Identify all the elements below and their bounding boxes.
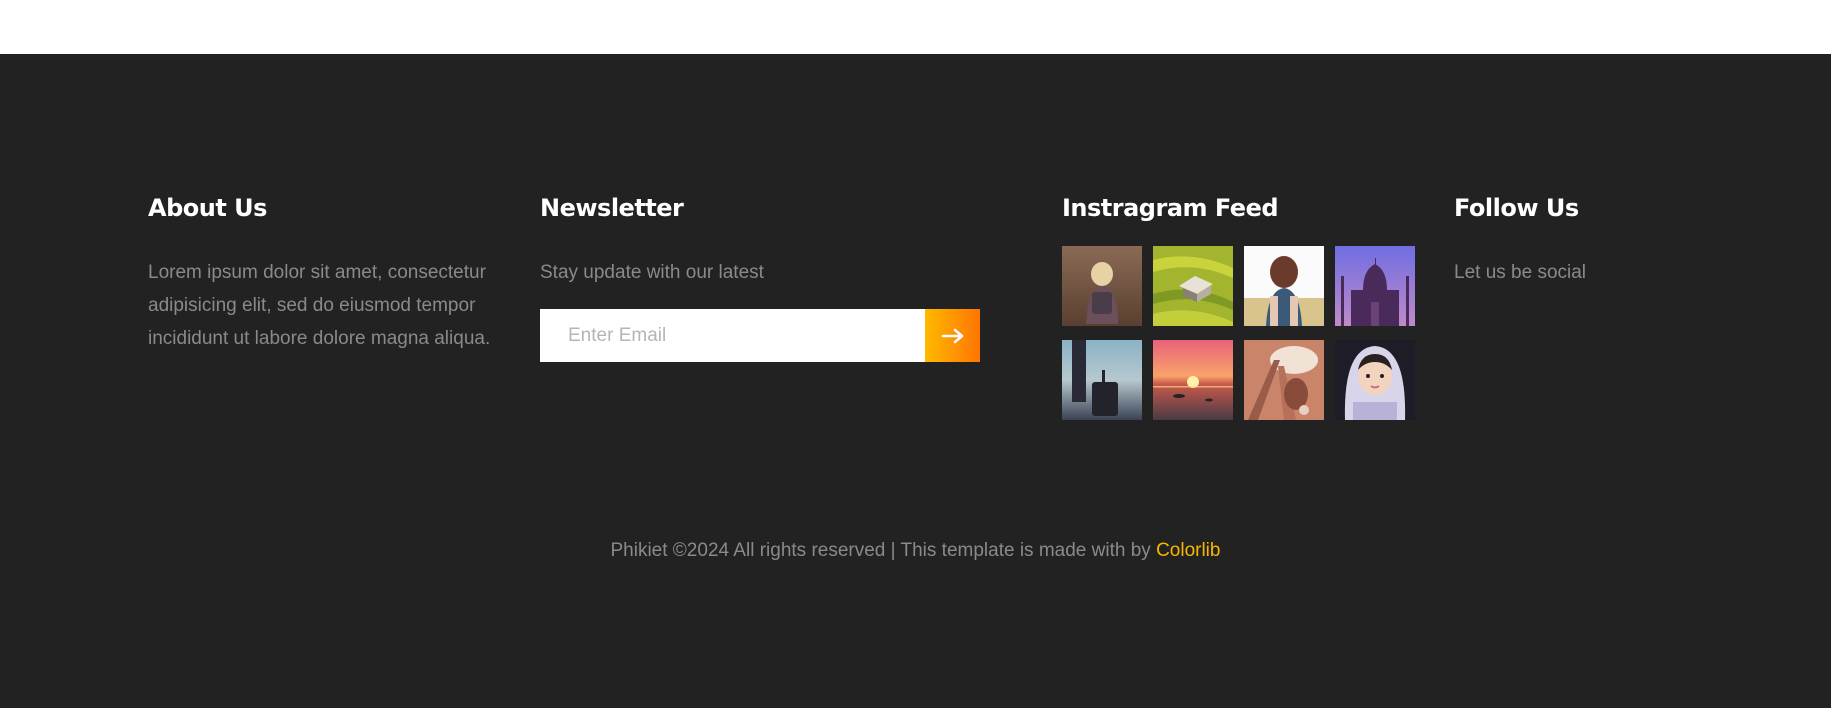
about-us-widget: About Us Lorem ipsum dolor sit amet, con…: [148, 190, 508, 355]
arrow-right-icon: [941, 328, 963, 343]
instagram-image-child-walking[interactable]: [1062, 246, 1142, 326]
instagram-image-sunset-sea[interactable]: [1153, 340, 1233, 420]
follow-us-widget: Follow Us Let us be social: [1454, 190, 1714, 289]
newsletter-title: Newsletter: [540, 194, 684, 222]
page-top-area: [0, 0, 1831, 54]
instagram-grid: [1062, 246, 1422, 420]
newsletter-widget: Newsletter Stay update with our latest: [540, 190, 980, 362]
instagram-image-child-hood[interactable]: [1335, 340, 1415, 420]
instagram-image-rail-track[interactable]: [1244, 340, 1324, 420]
follow-us-text: Let us be social: [1454, 262, 1587, 283]
about-us-title: About Us: [148, 194, 267, 222]
colorlib-link[interactable]: Colorlib: [1156, 540, 1220, 561]
instagram-image-taj-mahal[interactable]: [1335, 246, 1415, 326]
follow-us-title: Follow Us: [1454, 194, 1579, 222]
site-footer: About Us Lorem ipsum dolor sit amet, con…: [0, 54, 1831, 708]
copyright-text: Phikiet ©2024 All rights reserved | This…: [0, 540, 1831, 562]
newsletter-form: [540, 309, 980, 362]
about-us-text: Lorem ipsum dolor sit amet, consectetur …: [148, 262, 491, 349]
instagram-feed-widget: Instragram Feed: [1062, 190, 1422, 420]
instagram-feed-title: Instragram Feed: [1062, 194, 1279, 222]
copyright-statement: Phikiet ©2024 All rights reserved | This…: [610, 540, 1157, 561]
newsletter-submit-button[interactable]: [925, 309, 980, 362]
newsletter-text: Stay update with our latest: [540, 262, 764, 283]
instagram-image-rice-field-hut[interactable]: [1153, 246, 1233, 326]
email-input[interactable]: [540, 309, 925, 362]
instagram-image-suitcase[interactable]: [1062, 340, 1142, 420]
instagram-image-woman-field[interactable]: [1244, 246, 1324, 326]
